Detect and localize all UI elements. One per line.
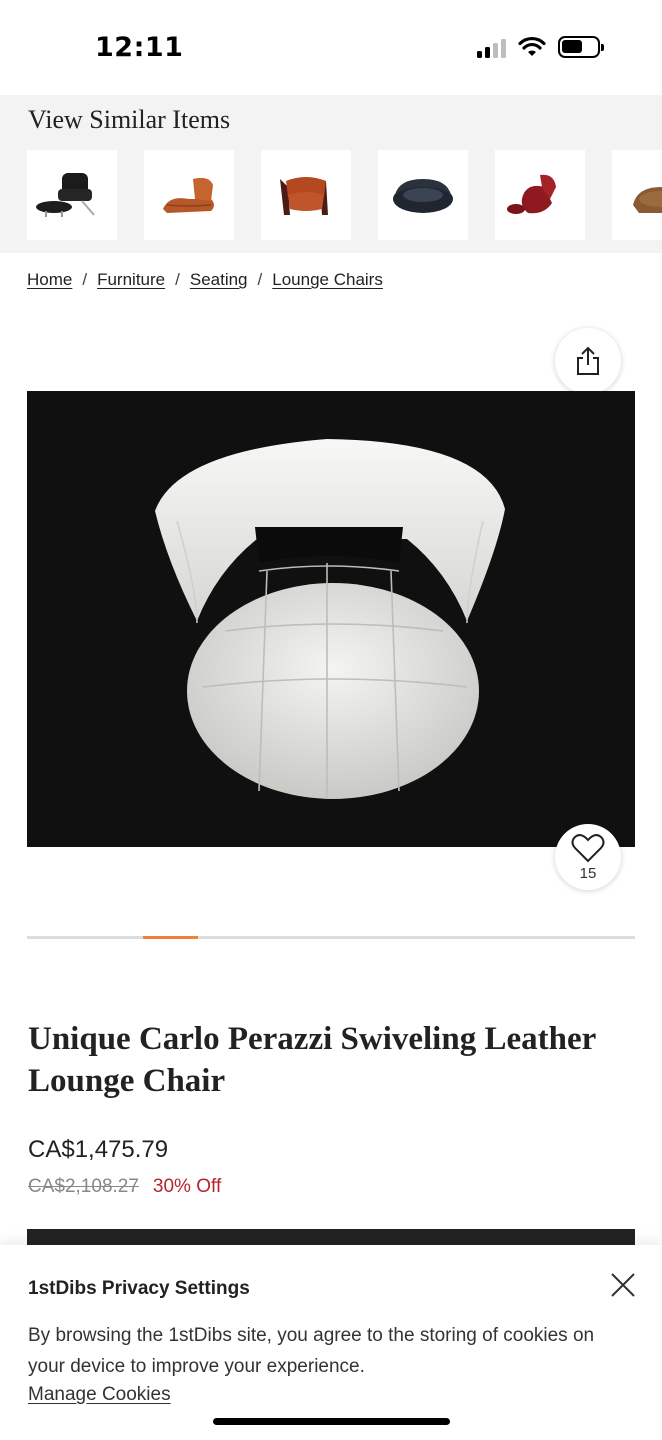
similar-item-thumbnail-1[interactable] (27, 150, 117, 240)
product-image[interactable] (27, 391, 635, 847)
home-indicator[interactable] (213, 1418, 450, 1425)
cellular-signal-icon (477, 36, 506, 58)
privacy-title: 1stDibs Privacy Settings (28, 1278, 250, 1299)
breadcrumb-separator: / (175, 270, 180, 289)
breadcrumb-separator: / (82, 270, 88, 289)
rust-armchair-image (280, 177, 328, 215)
cognac-lounge-chair-image (163, 177, 214, 213)
close-icon[interactable] (608, 1270, 638, 1300)
original-price: CA$2,108.27 (28, 1176, 139, 1197)
wifi-icon (518, 36, 546, 56)
black-lounge-chair-image (36, 173, 95, 217)
favorite-count: 15 (579, 864, 597, 882)
black-tub-chair-image (393, 179, 453, 213)
carousel-progress-indicator (143, 936, 198, 939)
breadcrumb-lounge-chairs[interactable]: Lounge Chairs (272, 270, 383, 290)
similar-item-thumbnail-2[interactable] (144, 150, 234, 240)
white-swivel-chair-image (27, 391, 635, 847)
favorite-button[interactable]: 15 (555, 824, 621, 890)
breadcrumb-furniture[interactable]: Furniture (97, 270, 165, 290)
similar-items-row (27, 150, 662, 240)
breadcrumb: Home / Furniture / Seating / Lounge Chai… (27, 270, 383, 290)
breadcrumb-separator: / (257, 270, 263, 289)
similar-item-thumbnail-3[interactable] (261, 150, 351, 240)
carousel-progress-track[interactable] (27, 936, 635, 939)
similar-items-strip: View Similar Items (0, 95, 662, 253)
share-button[interactable] (555, 328, 621, 394)
brown-chair-image (633, 187, 662, 213)
price-details: CA$2,108.27 30% Off (28, 1176, 221, 1198)
similar-item-thumbnail-5[interactable] (495, 150, 585, 240)
discount-badge: 30% Off (152, 1176, 222, 1197)
breadcrumb-home[interactable]: Home (27, 270, 72, 290)
product-price: CA$1,475.79 (28, 1136, 169, 1163)
similar-items-title: View Similar Items (28, 105, 231, 134)
heart-icon (571, 833, 605, 862)
status-time: 12:11 (95, 32, 184, 63)
product-title: Unique Carlo Perazzi Swiveling Leather L… (28, 1021, 596, 1099)
privacy-message: By browsing the 1stDibs site, you agree … (28, 1325, 595, 1377)
status-icons (477, 36, 604, 58)
battery-icon (558, 36, 604, 58)
similar-item-thumbnail-4[interactable] (378, 150, 468, 240)
status-bar: 12:11 (0, 0, 662, 95)
similar-item-thumbnail-6[interactable] (612, 150, 662, 240)
breadcrumb-seating[interactable]: Seating (190, 270, 248, 290)
red-chair-ottoman-image (507, 174, 556, 214)
share-icon (577, 346, 599, 375)
privacy-banner: 1stDibs Privacy Settings By browsing the… (0, 1245, 662, 1440)
manage-cookies-link[interactable]: Manage Cookies (28, 1384, 171, 1406)
